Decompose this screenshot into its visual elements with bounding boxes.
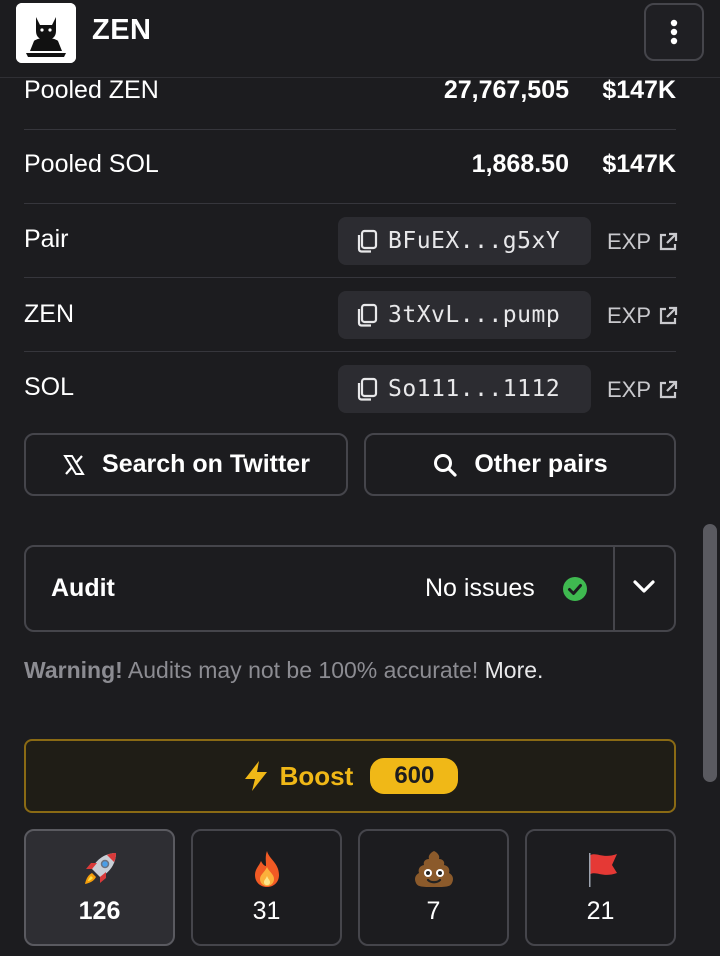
chevron-down-icon[interactable] [632,579,656,595]
pair-address: BFuEX...g5xY [388,228,561,254]
pooled-zen-label: Pooled ZEN [24,76,159,104]
app-title: ZEN [92,14,152,46]
token-info-page: ZEN Pooled ZEN 27,767,505 $147K Pooled S… [0,0,720,956]
token-label: ZEN [24,300,74,328]
more-menu-button[interactable] [644,3,704,61]
header: ZEN [0,0,720,78]
token-row: ZEN 3tXvL...pump EXP [24,278,679,352]
other-pairs-label: Other pairs [474,450,608,478]
red-flag-icon [527,849,674,889]
audit-warning: Warning! Audits may not be 100% accurate… [24,657,543,684]
audit-panel[interactable]: Audit No issues [24,545,676,632]
sol-address-copy-button[interactable]: So111...1112 [338,365,591,413]
copy-icon [357,229,378,253]
reaction-fire-count: 31 [252,897,281,925]
scrollbar-track[interactable] [700,78,720,956]
lightning-icon [244,761,267,791]
warning-more-link[interactable]: More. [485,657,544,683]
check-circle-icon [563,577,587,601]
search-icon [434,453,457,477]
sol-label: SOL [24,373,75,401]
sol-explorer-link[interactable]: EXP [607,377,679,403]
search-twitter-label: Search on Twitter [102,450,310,478]
cat-meditation-logo [16,3,76,63]
boost-label: Boost [279,760,354,791]
token-logo [16,3,76,63]
reaction-flag-count: 21 [586,897,615,925]
fire-icon [193,849,340,889]
poop-icon [360,849,507,889]
rocket-icon [26,849,173,889]
reaction-fire-button[interactable]: 31 [191,829,342,946]
pooled-zen-amount: 27,767,505 [443,76,569,104]
search-twitter-button[interactable]: Search on Twitter [24,433,348,496]
pooled-sol-amount: 1,868.50 [471,150,569,178]
reaction-poop-button[interactable]: 7 [358,829,509,946]
audit-title: Audit [51,574,115,602]
sol-address: So111...1112 [388,376,561,402]
boost-button[interactable]: Boost 600 [24,739,676,813]
scrollbar-thumb[interactable] [703,524,717,782]
vertical-dots-icon [670,19,678,45]
sol-row: SOL So111...1112 EXP [24,352,679,426]
token-address: 3tXvL...pump [388,302,561,328]
pair-explorer-link[interactable]: EXP [607,229,679,255]
token-explorer-link[interactable]: EXP [607,303,679,329]
boost-count-badge: 600 [370,758,459,794]
pair-label: Pair [24,225,69,253]
reaction-rocket-count: 126 [78,897,121,925]
pair-row: Pair BFuEX...g5xY EXP [24,204,679,278]
other-pairs-button[interactable]: Other pairs [364,433,676,496]
pair-address-copy-button[interactable]: BFuEX...g5xY [338,217,591,265]
explorer-label: EXP [607,377,652,402]
token-address-copy-button[interactable]: 3tXvL...pump [338,291,591,339]
external-link-icon [659,306,678,325]
copy-icon [357,377,378,401]
pooled-sol-label: Pooled SOL [24,150,159,178]
explorer-label: EXP [607,229,652,254]
warning-heading: Warning! [24,657,123,683]
warning-text: Audits may not be 100% accurate! [122,657,485,683]
external-link-icon [659,232,678,251]
reaction-poop-count: 7 [426,897,441,925]
reaction-flag-button[interactable]: 21 [525,829,676,946]
audit-status: No issues [425,574,535,602]
copy-icon [357,303,378,327]
explorer-label: EXP [607,303,652,328]
external-link-icon [659,380,678,399]
reaction-rocket-button[interactable]: 126 [24,829,175,946]
audit-divider [613,547,615,630]
x-twitter-icon [63,454,85,475]
pooled-sol-usd: $147K [602,150,676,178]
pooled-zen-usd: $147K [602,76,676,104]
pooled-sol-row: Pooled SOL 1,868.50 $147K [24,130,676,204]
